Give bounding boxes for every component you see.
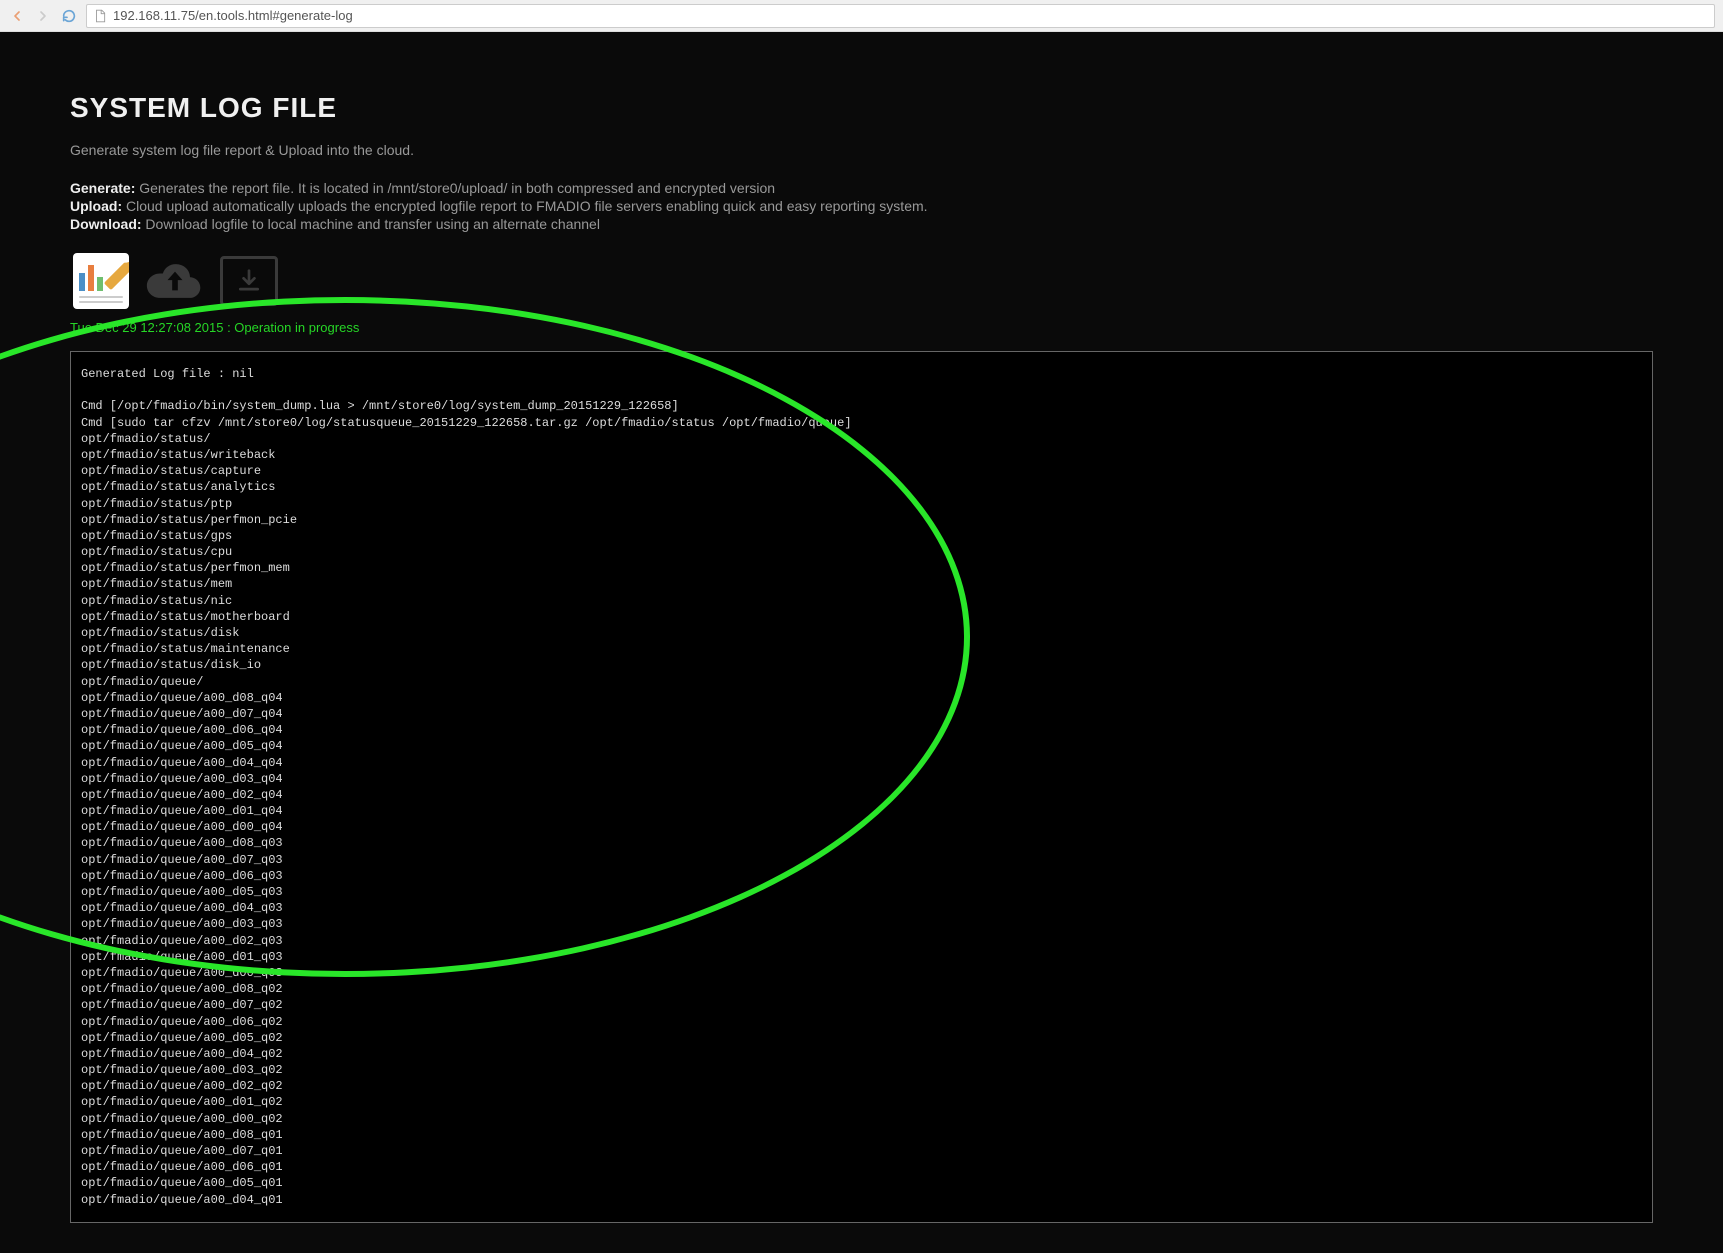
status-line: Tue Dec 29 12:27:08 2015 : Operation in … bbox=[70, 320, 1653, 335]
back-button[interactable] bbox=[8, 7, 26, 25]
page-body: SYSTEM LOG FILE Generate system log file… bbox=[0, 32, 1723, 1253]
page-title: SYSTEM LOG FILE bbox=[70, 92, 1653, 124]
page-icon bbox=[93, 9, 107, 23]
info-upload-text: Cloud upload automatically uploads the e… bbox=[122, 198, 927, 214]
upload-button[interactable] bbox=[144, 250, 206, 312]
log-output: Generated Log file : nil Cmd [/opt/fmadi… bbox=[70, 351, 1653, 1223]
report-icon bbox=[73, 253, 129, 309]
url-text: 192.168.11.75/en.tools.html#generate-log bbox=[113, 8, 353, 23]
download-button[interactable] bbox=[218, 250, 280, 312]
forward-button[interactable] bbox=[34, 7, 52, 25]
cloud-upload-icon bbox=[145, 256, 205, 306]
action-icon-row bbox=[70, 250, 1653, 312]
reload-button[interactable] bbox=[60, 7, 78, 25]
info-upload-label: Upload: bbox=[70, 198, 122, 214]
url-bar[interactable]: 192.168.11.75/en.tools.html#generate-log bbox=[86, 4, 1715, 28]
info-download-text: Download logfile to local machine and tr… bbox=[142, 216, 600, 232]
browser-toolbar: 192.168.11.75/en.tools.html#generate-log bbox=[0, 0, 1723, 32]
download-folder-icon bbox=[220, 256, 278, 306]
page-subtitle: Generate system log file report & Upload… bbox=[70, 142, 1653, 158]
info-download-label: Download: bbox=[70, 216, 142, 232]
generate-button[interactable] bbox=[70, 250, 132, 312]
info-generate-label: Generate: bbox=[70, 180, 135, 196]
info-download: Download: Download logfile to local mach… bbox=[70, 216, 1653, 232]
info-generate: Generate: Generates the report file. It … bbox=[70, 180, 1653, 196]
info-upload: Upload: Cloud upload automatically uploa… bbox=[70, 198, 1653, 214]
info-generate-text: Generates the report file. It is located… bbox=[135, 180, 775, 196]
